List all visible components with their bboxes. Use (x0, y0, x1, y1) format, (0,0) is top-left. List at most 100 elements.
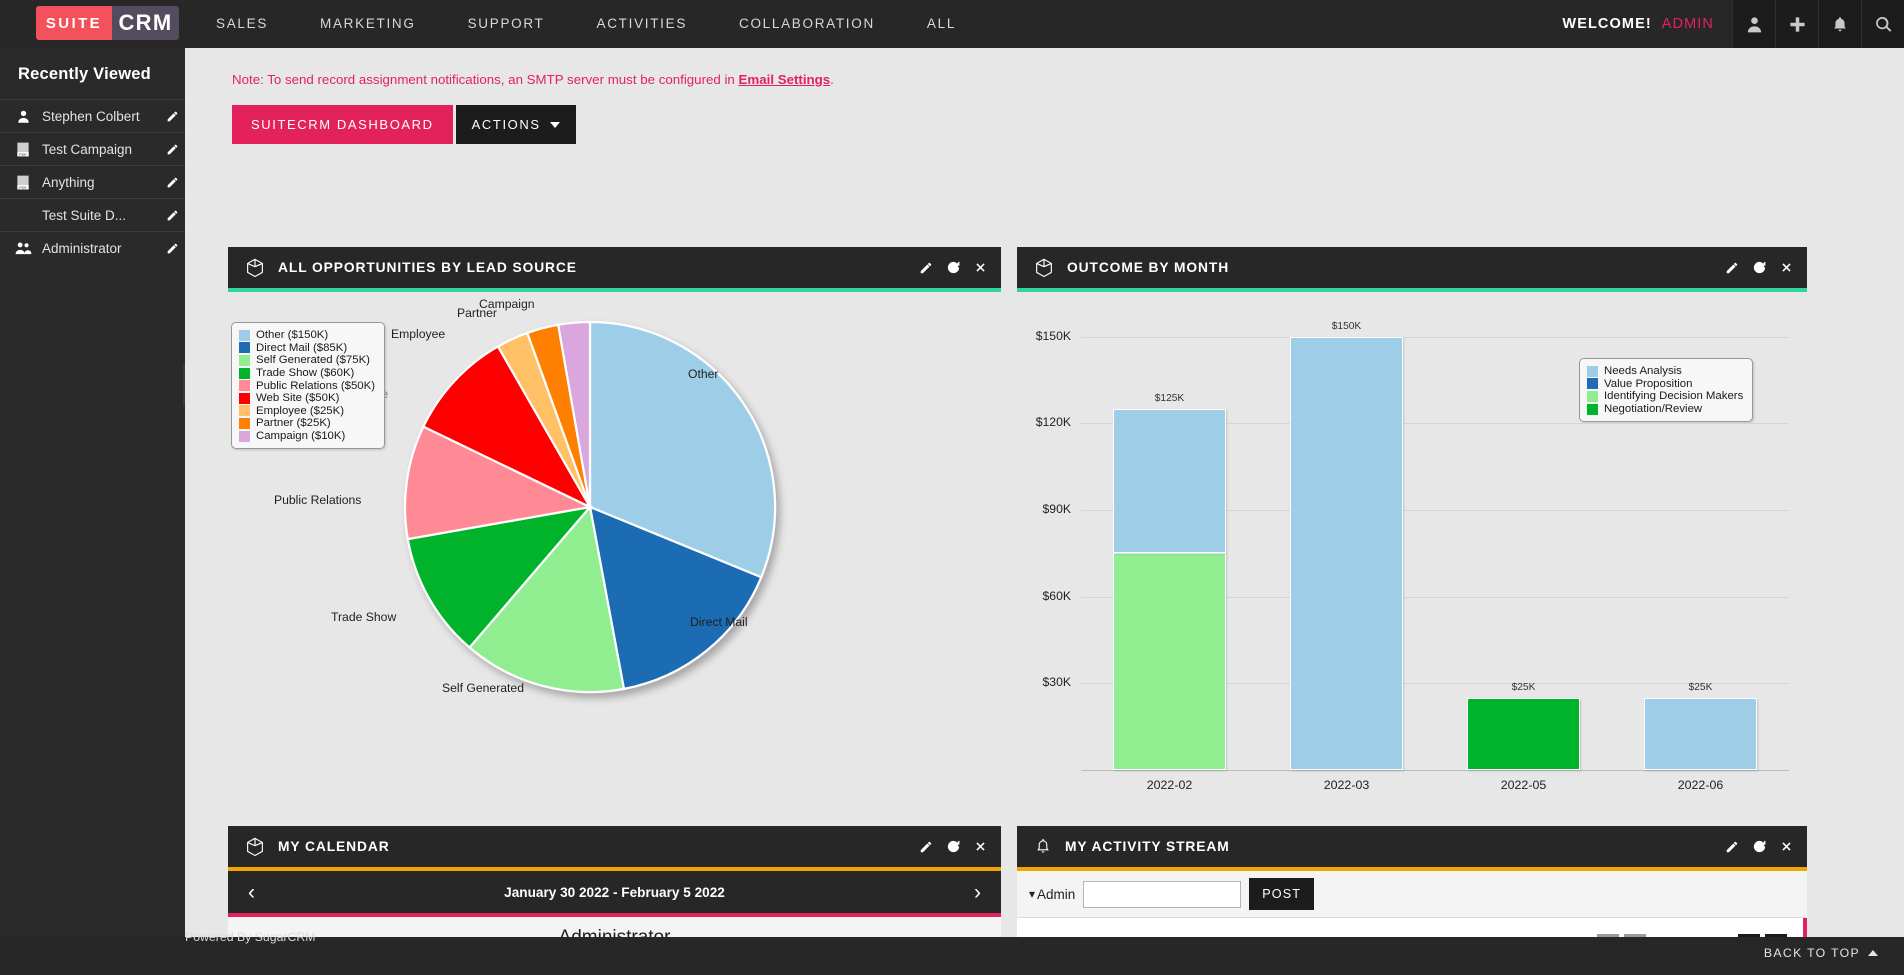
svg-text:PDF: PDF (19, 152, 27, 156)
edit-icon[interactable] (919, 840, 933, 854)
edit-icon[interactable] (919, 261, 933, 275)
edit-icon[interactable] (159, 176, 185, 189)
calendar-nav: ‹ January 30 2022 - February 5 2022 › (228, 871, 1001, 913)
legend-item[interactable]: Self Generated ($75K) (239, 354, 375, 367)
legend-swatch (239, 329, 250, 341)
actions-button-label: ACTIONS (471, 117, 541, 132)
sidebar-item-test-campaign[interactable]: PDF Test Campaign (0, 132, 185, 165)
legend-label: Campaign ($10K) (256, 430, 346, 443)
pie-label-campaign: Campaign (479, 297, 535, 311)
legend-item[interactable]: Campaign ($10K) (239, 430, 375, 443)
footer: Powered By SugarCRM BACK TO TOP (0, 930, 1904, 975)
chevron-down-icon[interactable]: ▾ (1029, 887, 1035, 901)
bar-segment[interactable] (1466, 697, 1581, 770)
caret-up-icon (1868, 950, 1878, 956)
y-axis-tick-label: $60K (1042, 588, 1071, 603)
nav-item-sales[interactable]: SALES (190, 0, 294, 48)
sidebar-item-stephen-colbert[interactable]: Stephen Colbert (0, 99, 185, 132)
legend-item[interactable]: Public Relations ($50K) (239, 379, 375, 392)
actions-button[interactable]: ACTIONS (455, 105, 576, 144)
legend-item[interactable]: Web Site ($50K) (239, 392, 375, 405)
legend-item[interactable]: Trade Show ($60K) (239, 367, 375, 380)
plus-icon[interactable] (1775, 0, 1818, 48)
admin-username[interactable]: ADMIN (1662, 16, 1714, 32)
nav-item-all[interactable]: ALL (901, 0, 982, 48)
legend-item[interactable]: Identifying Decision Makers (1587, 390, 1743, 403)
edit-icon[interactable] (1725, 840, 1739, 854)
edit-icon[interactable] (159, 143, 185, 156)
calendar-prev-button[interactable]: ‹ (242, 882, 261, 903)
legend-item[interactable]: Needs Analysis (1587, 365, 1743, 378)
pie-chart-legend: Other ($150K) Direct Mail ($85K) Self Gene… (231, 322, 386, 450)
user-icon[interactable] (1732, 0, 1775, 48)
close-icon[interactable] (974, 840, 987, 853)
email-settings-link[interactable]: Email Settings (739, 72, 831, 87)
legend-item[interactable]: Employee ($25K) (239, 405, 375, 418)
bell-icon[interactable] (1818, 0, 1861, 48)
edit-icon[interactable] (1725, 261, 1739, 275)
dashlet-my-calendar: MY CALENDAR ‹ January 30 2022 - February… (228, 826, 1001, 937)
refresh-icon[interactable] (1752, 260, 1767, 275)
powered-by-label: Powered By SugarCRM (185, 930, 316, 944)
bar-segment[interactable] (1643, 697, 1758, 770)
suitecrm-logo[interactable]: SUITE CRM (36, 6, 179, 40)
back-to-top-button[interactable]: BACK TO TOP (1764, 946, 1878, 960)
bar-segment[interactable] (1289, 336, 1404, 770)
legend-item[interactable]: Negotiation/Review (1587, 403, 1743, 416)
bar-segment[interactable] (1112, 553, 1227, 770)
refresh-icon[interactable] (1752, 839, 1767, 854)
edit-icon[interactable] (159, 209, 185, 222)
sidebar-item-label: Anything (42, 174, 95, 190)
nav-item-collaboration[interactable]: COLLABORATION (713, 0, 901, 48)
sidebar-item-test-suite-d[interactable]: Test Suite D... (0, 198, 185, 231)
close-icon[interactable] (974, 261, 987, 274)
y-axis-tick-label: $150K (1035, 328, 1071, 343)
sidebar-item-anything[interactable]: PDF Anything (0, 165, 185, 198)
welcome-text: WELCOME! (1562, 16, 1652, 32)
sidebar-item-administrator[interactable]: Administrator (0, 231, 185, 264)
bar-segment[interactable] (1112, 408, 1227, 554)
smtp-note: Note: To send record assignment notifica… (185, 48, 1904, 87)
sidebar-item-label: Stephen Colbert (42, 108, 140, 124)
edit-icon[interactable] (159, 110, 185, 123)
nav-item-activities[interactable]: ACTIVITIES (571, 0, 714, 48)
logo-crm-text: CRM (112, 6, 179, 40)
refresh-icon[interactable] (946, 260, 961, 275)
suitecrm-dashboard-button[interactable]: SUITECRM DASHBOARD (232, 105, 453, 144)
calendar-next-button[interactable]: › (968, 882, 987, 903)
legend-label: Value Proposition (1604, 377, 1693, 390)
x-axis-tick-label: 2022-03 (1323, 778, 1370, 792)
document-icon: PDF (10, 175, 36, 190)
activity-post-input[interactable] (1083, 880, 1242, 908)
y-axis-tick-label: $120K (1035, 415, 1071, 430)
dashlet-lead-source: ALL OPPORTUNITIES BY LEAD SOURCE Other D… (228, 247, 1001, 808)
legend-swatch (1587, 378, 1598, 390)
search-icon[interactable] (1861, 0, 1904, 48)
refresh-icon[interactable] (946, 839, 961, 854)
sidebar-item-label: Test Suite D... (42, 207, 127, 223)
dashlet-outcome-by-month: OUTCOME BY MONTH Needs Analysis Value Pro… (1017, 247, 1807, 808)
legend-item[interactable]: Other ($150K) (239, 329, 375, 342)
sidebar-item-label: Test Campaign (42, 141, 133, 157)
legend-swatch (239, 392, 250, 404)
legend-item[interactable]: Direct Mail ($85K) (239, 342, 375, 355)
pie-chart-canvas: Other Direct Mail Self Generated Trade S… (228, 292, 1001, 808)
top-navigation-bar: SUITE CRM SALES MARKETING SUPPORT ACTIVI… (0, 0, 1904, 48)
legend-item[interactable]: Value Proposition (1587, 378, 1743, 391)
close-icon[interactable] (1780, 261, 1793, 274)
pie-label-trade-show: Trade Show (331, 610, 397, 624)
nav-item-marketing[interactable]: MARKETING (294, 0, 442, 48)
legend-item[interactable]: Partner ($25K) (239, 417, 375, 430)
sidebar-item-label: Administrator (42, 240, 122, 256)
nav-item-support[interactable]: SUPPORT (442, 0, 571, 48)
pie-label-other: Other (688, 367, 719, 381)
legend-label: Needs Analysis (1604, 365, 1682, 378)
y-axis-tick-label: $30K (1042, 675, 1071, 690)
close-icon[interactable] (1780, 840, 1793, 853)
edit-icon[interactable] (159, 242, 185, 255)
legend-label: Trade Show ($60K) (256, 367, 355, 380)
cube-icon (246, 258, 264, 278)
cube-icon (246, 837, 264, 857)
dashlet-title: MY ACTIVITY STREAM (1065, 839, 1230, 854)
activity-post-button[interactable]: POST (1249, 878, 1314, 910)
